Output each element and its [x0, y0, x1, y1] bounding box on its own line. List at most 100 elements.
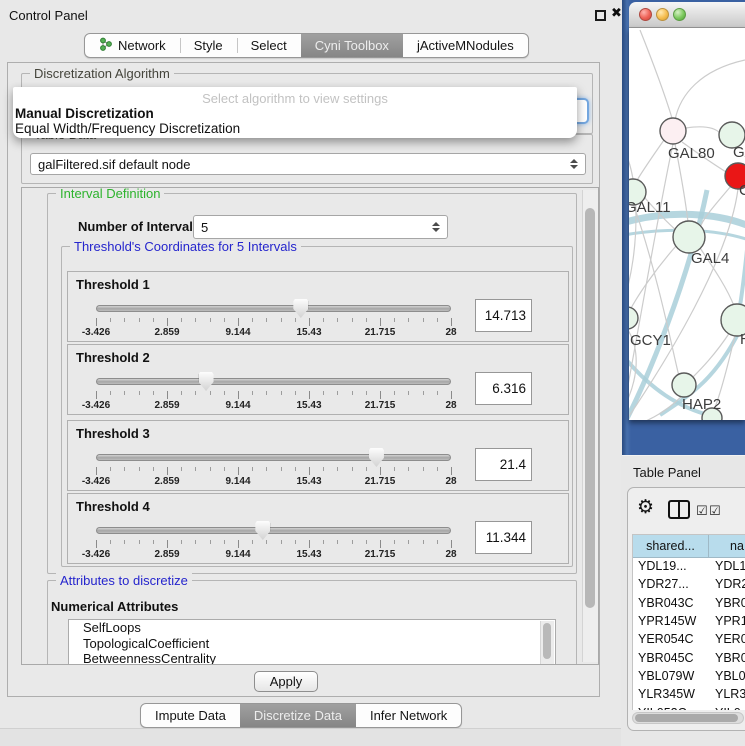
tab-network-label: Network	[118, 38, 166, 53]
shared-name-cell[interactable]: YDL19...	[633, 559, 709, 573]
table-row[interactable]: YBR043CYBR0	[633, 594, 745, 612]
table-row[interactable]: YDL19...YDL1	[633, 557, 745, 575]
network-edge[interactable]	[636, 140, 664, 182]
name-cell[interactable]: YDR2	[709, 577, 745, 591]
checkbox-icon[interactable]: ☑	[696, 503, 708, 519]
name-cell[interactable]: YBR0	[709, 651, 745, 665]
tab-jactivemnodules[interactable]: jActiveMNodules	[403, 34, 528, 57]
network-edge[interactable]	[630, 246, 676, 310]
shared-name-cell[interactable]: YDR27...	[633, 577, 709, 591]
table-row[interactable]: YDR27...YDR2	[633, 575, 745, 593]
network-icon	[99, 37, 112, 54]
slider-tick-label: -3.426	[66, 476, 126, 487]
tab-discretize-data[interactable]: Discretize Data	[240, 704, 356, 727]
threshold-slider-track[interactable]	[96, 378, 451, 385]
threshold-slider-track[interactable]	[96, 454, 451, 461]
threshold-slider-track[interactable]	[96, 527, 451, 534]
shared-name-cell[interactable]: YER054C	[633, 632, 709, 646]
slider-tick-label: 21.715	[350, 549, 410, 560]
mac-close-button[interactable]	[639, 8, 652, 21]
tab-select[interactable]: Select	[237, 34, 301, 57]
shared-name-cell[interactable]: YBR043C	[633, 596, 709, 610]
table-row[interactable]: YLR345WYLR3	[633, 685, 745, 703]
slider-tick-label: 15.43	[279, 327, 339, 338]
table-row[interactable]: YBR045CYBR0	[633, 648, 745, 666]
shared-name-cell[interactable]: YBL079W	[633, 669, 709, 683]
node-table-header: shared... na	[633, 535, 745, 558]
shared-name-cell[interactable]: YIL052C	[633, 706, 709, 710]
threshold-slider-thumb[interactable]	[293, 299, 308, 318]
tab-style[interactable]: Style	[180, 34, 237, 57]
network-edge[interactable]	[675, 60, 745, 120]
name-cell[interactable]: YIL0	[709, 706, 745, 710]
network-node[interactable]	[672, 373, 696, 397]
attributes-scrollbar[interactable]	[540, 621, 554, 665]
network-window-titlebar	[629, 2, 745, 28]
shared-name-cell[interactable]: YPR145W	[633, 614, 709, 628]
slider-tick-label: 9.144	[208, 549, 268, 560]
table-row[interactable]: YER054CYER0	[633, 630, 745, 648]
float-window-icon[interactable]	[595, 10, 606, 21]
column-header-name[interactable]: na	[709, 535, 745, 557]
network-edge[interactable]	[629, 150, 636, 300]
numerical-attributes-list[interactable]: SelfLoopsTopologicalCoefficientBetweenne…	[68, 619, 556, 665]
threshold-label: Threshold 4	[76, 499, 150, 514]
threshold-slider-thumb[interactable]	[199, 372, 214, 391]
close-icon[interactable]: ✖	[611, 5, 622, 21]
slider-tick-label: 28	[421, 400, 481, 411]
network-graph: GAL80GACGAL11GAL4GCY1HHAP2	[629, 28, 745, 420]
table-horizontal-scrollbar[interactable]	[632, 712, 744, 724]
mac-minimize-button[interactable]	[656, 8, 669, 21]
threshold-slider-thumb[interactable]	[369, 448, 384, 467]
table-row[interactable]: YIL052CYIL0	[633, 703, 745, 710]
slider-tick-label: 15.43	[279, 549, 339, 560]
popup-option-manual-discretization[interactable]: Manual Discretization	[15, 106, 154, 121]
shared-name-cell[interactable]: YLR345W	[633, 687, 709, 701]
slider-tick-label: -3.426	[66, 400, 126, 411]
table-panel-title: Table Panel	[633, 465, 701, 480]
mac-zoom-button[interactable]	[673, 8, 686, 21]
apply-button[interactable]: Apply	[254, 671, 318, 692]
name-cell[interactable]: YDL1	[709, 559, 745, 573]
network-view-window: GAL80GACGAL11GAL4GCY1HHAP2	[622, 0, 745, 455]
attribute-item[interactable]: BetweennessCentrality	[69, 651, 555, 665]
name-cell[interactable]: YLR3	[709, 687, 745, 701]
shared-name-cell[interactable]: YBR045C	[633, 651, 709, 665]
tab-impute-data[interactable]: Impute Data	[141, 704, 240, 727]
name-cell[interactable]: YBR0	[709, 596, 745, 610]
threshold-value-input[interactable]	[475, 448, 532, 481]
tab-network[interactable]: Network	[85, 34, 180, 57]
network-edge-highlighted[interactable]	[740, 240, 745, 306]
checkbox-icon[interactable]: ☑	[709, 503, 721, 519]
attribute-item[interactable]: SelfLoops	[69, 620, 555, 636]
network-node-label: C	[739, 182, 745, 199]
threshold-panel: Threshold 4 -3.4262.8599.14415.4321.7152…	[67, 493, 569, 564]
threshold-label: Threshold 3	[76, 426, 150, 441]
columns-icon[interactable]	[668, 500, 690, 519]
gear-icon[interactable]: ⚙	[637, 496, 654, 519]
network-node[interactable]	[660, 118, 686, 144]
threshold-value-input[interactable]	[475, 521, 532, 554]
tab-cyni-toolbox[interactable]: Cyni Toolbox	[301, 34, 403, 57]
table-row[interactable]: YPR145WYPR1	[633, 612, 745, 630]
network-edge[interactable]	[640, 30, 672, 118]
threshold-slider-thumb[interactable]	[255, 521, 270, 540]
attribute-item[interactable]: TopologicalCoefficient	[69, 636, 555, 652]
network-edge[interactable]	[686, 127, 720, 133]
settings-vertical-scrollbar[interactable]	[582, 190, 598, 662]
table-data-combobox[interactable]: galFiltered.sif default node	[30, 153, 586, 175]
name-cell[interactable]: YER0	[709, 632, 745, 646]
name-cell[interactable]: YBL0	[709, 669, 745, 683]
table-row[interactable]: YBL079WYBL0	[633, 667, 745, 685]
threshold-slider-track[interactable]	[96, 305, 451, 312]
tab-infer-network[interactable]: Infer Network	[356, 704, 461, 727]
network-canvas[interactable]: GAL80GACGAL11GAL4GCY1HHAP2	[629, 28, 745, 420]
threshold-value-input[interactable]	[475, 299, 532, 332]
network-node[interactable]	[629, 307, 638, 329]
number-of-intervals-combobox[interactable]: 5	[193, 215, 448, 239]
network-node[interactable]	[673, 221, 705, 253]
popup-option-equal-width-frequency[interactable]: Equal Width/Frequency Discretization	[15, 121, 240, 136]
name-cell[interactable]: YPR1	[709, 614, 745, 628]
threshold-value-input[interactable]	[475, 372, 532, 405]
column-header-shared-name[interactable]: shared...	[633, 535, 709, 557]
